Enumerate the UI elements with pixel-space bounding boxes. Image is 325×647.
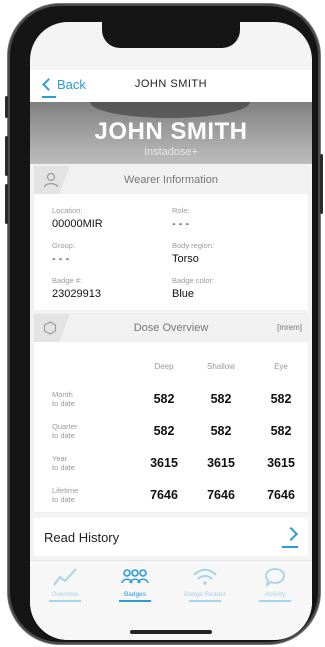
group-value: - - - [52, 253, 70, 265]
nav-bar: Back JOHN SMITH [30, 70, 312, 102]
tab-badge-reader[interactable]: Badge Reader [170, 567, 240, 602]
dose-overview-header: Dose Overview [mrem] [34, 314, 308, 342]
dose-year-deep: 3615 [150, 456, 178, 470]
tab-badges-underline [119, 600, 151, 602]
banner-subtitle: Instadose+ [143, 146, 199, 158]
wearer-info-grid: Location: 00000MIR Role: - - - Group: - … [34, 194, 308, 310]
badge-color-value: Blue [172, 288, 195, 300]
volume-up-button [5, 136, 8, 176]
read-history-row[interactable]: Read History [34, 518, 308, 556]
page-title: JOHN SMITH [134, 78, 208, 90]
phone-frame: Back JOHN SMITH JOHN SMITH Instadose+ We… [5, 4, 323, 644]
tab-badges-label: Badges [123, 591, 147, 598]
banner-shade [90, 102, 250, 118]
people-icon [121, 569, 149, 584]
dose-quarter-eye: 582 [270, 424, 292, 438]
home-indicator [130, 630, 212, 634]
row-label-year: Year to date [52, 454, 75, 472]
tab-overview-label: Overview [51, 591, 79, 598]
badge-number-value: 23029913 [52, 288, 101, 300]
dose-month-shallow: 582 [210, 392, 232, 406]
dose-quarter-deep: 582 [153, 424, 175, 438]
chat-bubble-icon [265, 568, 285, 587]
dose-table: Deep Shallow Eye Month to date 582 582 58… [34, 342, 308, 504]
badge-color-field: Badge color: Blue [172, 276, 214, 300]
column-header-eye: Eye [274, 362, 288, 371]
dose-year-eye: 3615 [267, 456, 295, 470]
dose-year-shallow: 3615 [207, 456, 235, 470]
dose-month-deep: 582 [153, 392, 175, 406]
row-label-lifetime: Lifetime to date [52, 486, 79, 504]
role-value: - - - [172, 218, 190, 230]
location-field: Location: 00000MIR [52, 206, 103, 230]
row-label-month: Month to date [52, 390, 75, 408]
badge-number-field: Badge #: 23029913 [52, 276, 101, 300]
dose-unit-label: [mrem] [277, 323, 302, 332]
wifi-icon [193, 568, 217, 585]
column-header-deep: Deep [154, 362, 174, 371]
dose-lifetime-eye: 7646 [267, 488, 295, 502]
notch [102, 22, 240, 48]
dose-overview-title: Dose Overview [133, 322, 209, 334]
badge-number-label: Badge #: [52, 276, 83, 285]
dose-lifetime-deep: 7646 [150, 488, 178, 502]
dose-lifetime-shallow: 7646 [207, 488, 235, 502]
tab-activity-label: Activity [264, 591, 286, 598]
chart-line-icon [53, 568, 77, 586]
badge-color-label: Badge color: [172, 276, 215, 285]
chevron-underline [282, 546, 298, 548]
read-history-label: Read History [44, 530, 120, 545]
phone-screen: Back JOHN SMITH JOHN SMITH Instadose+ We… [30, 22, 312, 640]
role-label: Role: [172, 206, 190, 215]
tab-badge-reader-label: Badge Reader [184, 591, 226, 598]
wearer-info-card: Wearer Information Location: 00000MIR Ro… [34, 166, 308, 310]
wearer-info-header: Wearer Information [34, 166, 308, 194]
body-region-field: Body region: Torso [172, 241, 214, 265]
volume-down-button [5, 184, 8, 224]
power-button [320, 154, 323, 214]
bottom-tab-bar: Overview Badges Badge Reader Activity [30, 560, 312, 640]
location-label: Location: [52, 206, 83, 215]
back-underline [42, 96, 56, 98]
dose-overview-card: Dose Overview [mrem] Deep Shallow Eye Mo… [34, 314, 308, 512]
tab-badge-reader-underline [189, 600, 221, 602]
wearer-info-title: Wearer Information [124, 174, 218, 186]
chevron-right-icon [283, 526, 299, 542]
dose-month-eye: 582 [270, 392, 292, 406]
tab-badges[interactable]: Badges [100, 567, 170, 602]
body-region-label: Body region: [172, 241, 215, 250]
profile-banner: JOHN SMITH Instadose+ [30, 102, 312, 164]
tab-activity-underline [259, 600, 291, 602]
tab-activity[interactable]: Activity [240, 567, 310, 602]
tab-overview-underline [49, 600, 81, 602]
body-region-value: Torso [172, 253, 199, 265]
group-label: Group: [52, 241, 75, 250]
dose-quarter-shallow: 582 [210, 424, 232, 438]
column-header-shallow: Shallow [206, 362, 235, 371]
banner-name: JOHN SMITH [94, 118, 248, 145]
group-field: Group: - - - [52, 241, 75, 265]
row-label-quarter: Quarter to date [52, 422, 78, 440]
silent-switch [5, 96, 8, 118]
role-field: Role: - - - [172, 206, 190, 230]
location-value: 00000MIR [52, 218, 103, 230]
tab-overview[interactable]: Overview [30, 567, 100, 602]
